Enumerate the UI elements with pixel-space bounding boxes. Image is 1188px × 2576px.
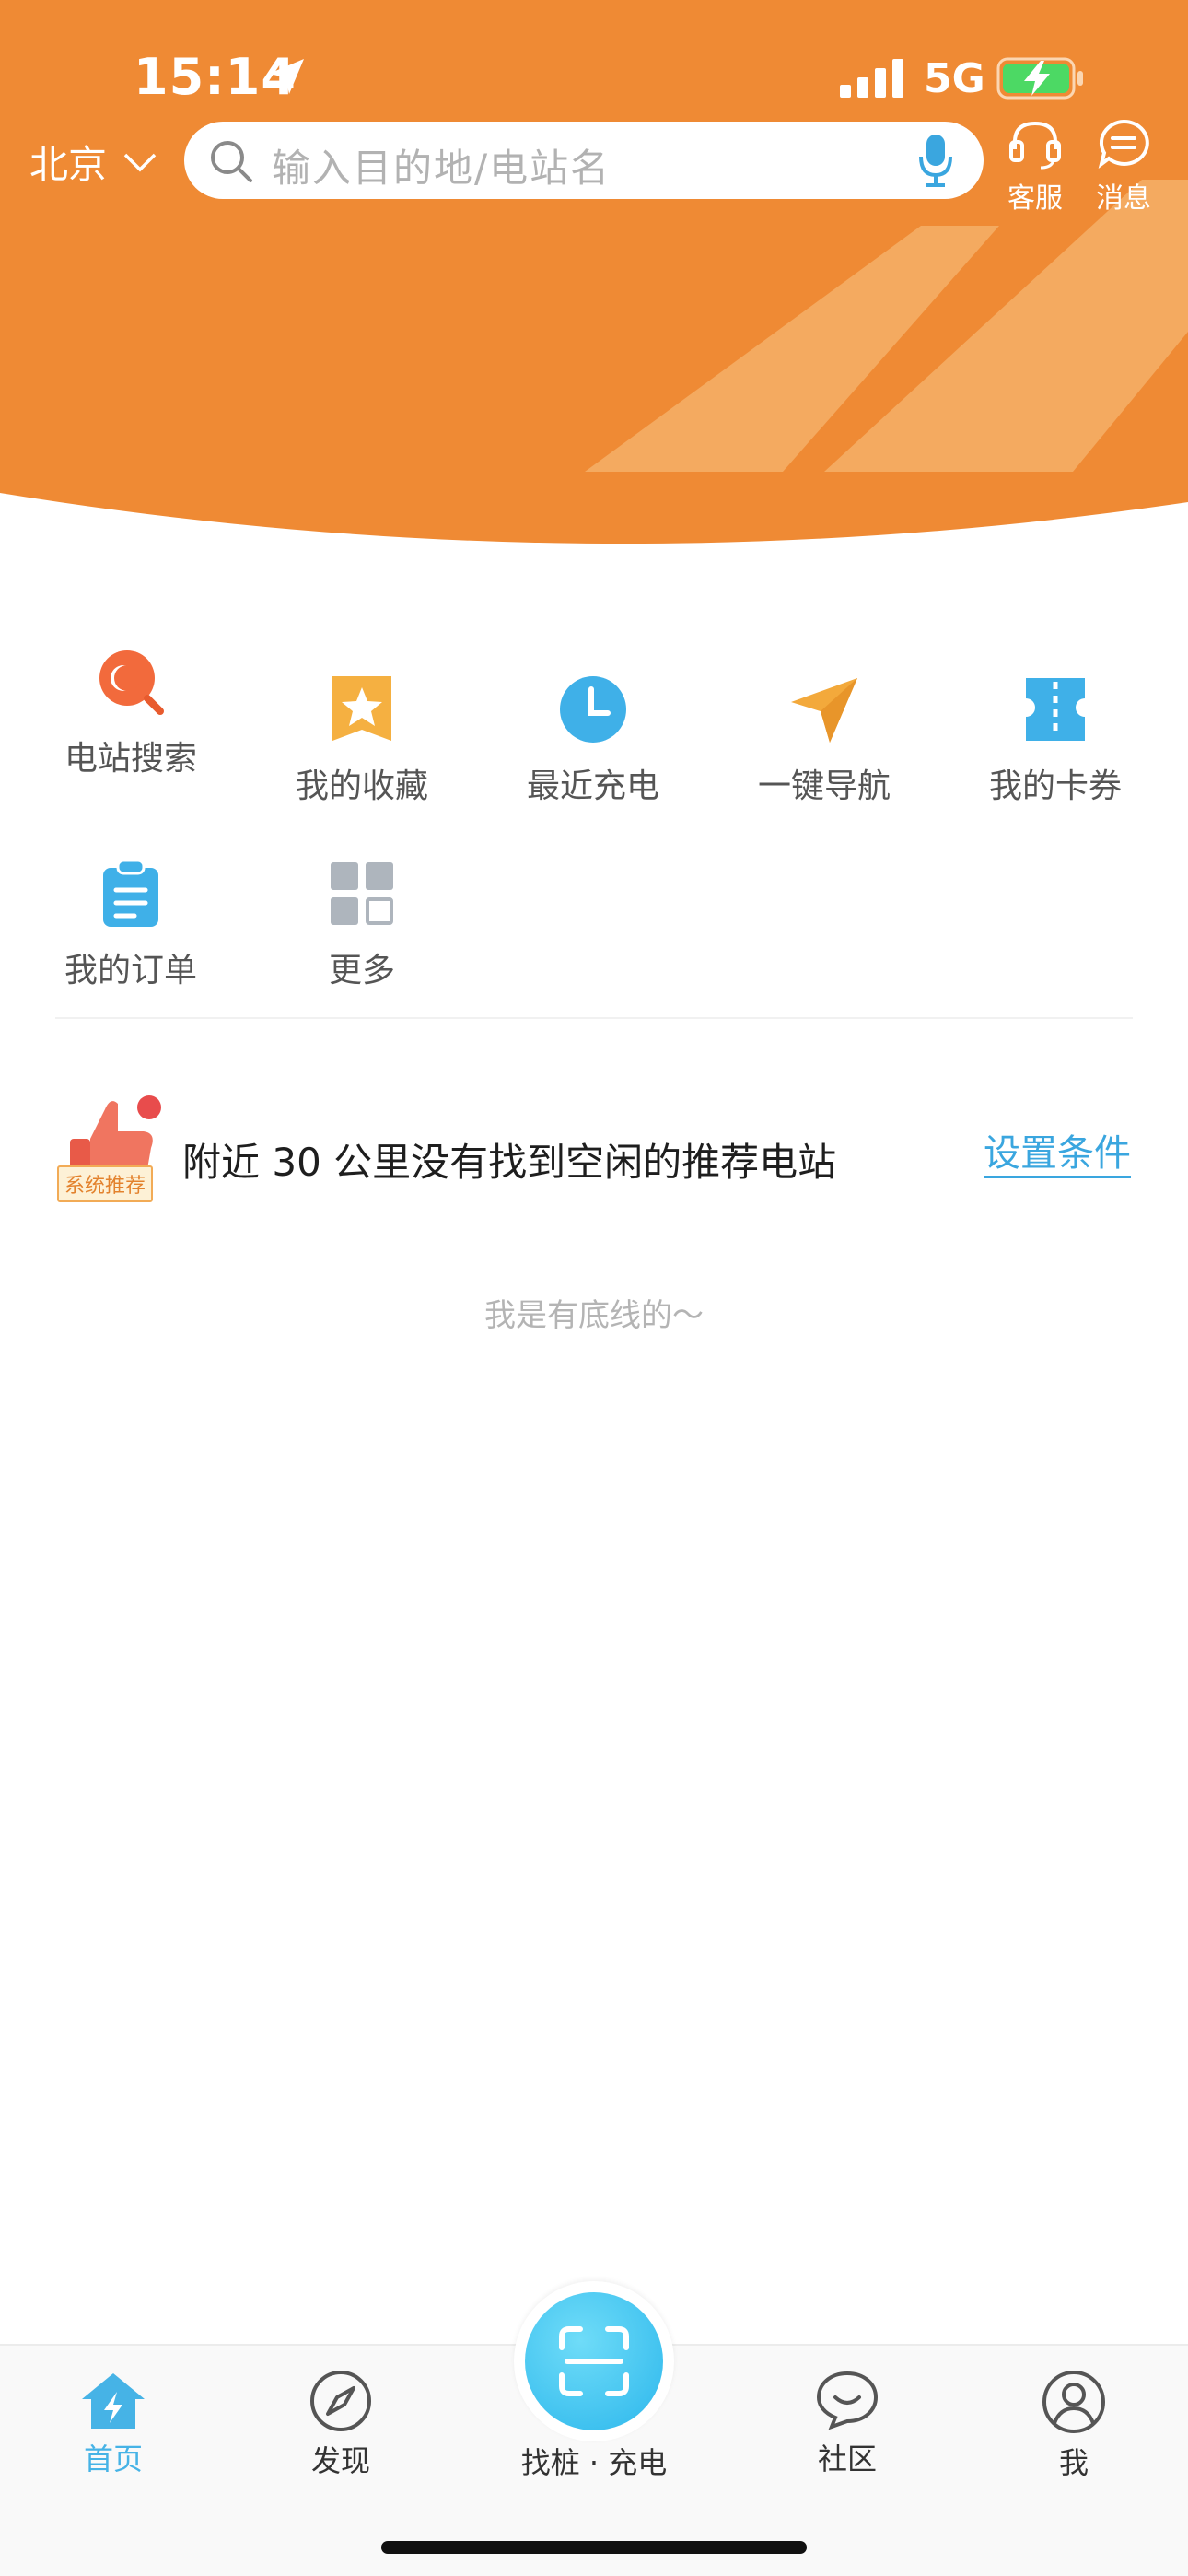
scan-charge-button[interactable] <box>514 2281 674 2441</box>
grid-more-icon <box>331 862 393 925</box>
headset-icon <box>1009 121 1061 170</box>
coupon-icon <box>1026 678 1085 741</box>
recommendation-badge: 系统推荐 <box>57 1165 154 1202</box>
tab-home[interactable]: 首页 <box>30 2370 196 2478</box>
search-placeholder: 输入目的地/电站名 <box>272 146 611 191</box>
station-search-icon <box>99 650 164 715</box>
header: 15:14 5G 北京 输入目的地/电站名 客服 消息 <box>0 0 1188 553</box>
menu-label: 更多 <box>328 952 395 989</box>
tab-community-label: 社区 <box>817 2441 877 2476</box>
message-icon <box>1098 119 1149 169</box>
menu-label: 我的收藏 <box>295 767 428 805</box>
menu-label: 最近充电 <box>526 767 659 805</box>
menu-item-more[interactable]: 更多 <box>247 857 477 991</box>
messages-button[interactable]: 消息 <box>1077 118 1170 216</box>
status-bar: 15:14 5G <box>0 0 1188 120</box>
clock-icon <box>560 676 626 743</box>
menu-item-orders[interactable]: 我的订单 <box>16 857 246 991</box>
location-arrow-icon <box>269 59 304 94</box>
tab-discover-label: 发现 <box>310 2443 370 2478</box>
menu-label: 电站搜索 <box>64 740 197 778</box>
tab-me[interactable]: 我 <box>991 2370 1157 2482</box>
scan-icon <box>559 2326 629 2396</box>
home-indicator <box>381 2541 807 2554</box>
tab-me-label: 我 <box>1058 2445 1089 2480</box>
chat-bubble-icon <box>816 2371 879 2430</box>
menu-label: 我的订单 <box>64 952 197 989</box>
menu-item-navigation[interactable]: 一键导航 <box>709 673 939 807</box>
menu-label: 一键导航 <box>757 767 891 805</box>
menu-item-coupons[interactable]: 我的卡券 <box>940 673 1171 807</box>
cellular-signal-icon <box>840 59 903 98</box>
end-of-list-text: 我是有底线的～ <box>484 1297 704 1334</box>
network-type: 5G <box>924 55 985 102</box>
search-bar[interactable]: 输入目的地/电站名 <box>184 122 984 199</box>
divider <box>55 1017 1133 1019</box>
tab-home-label: 首页 <box>83 2441 143 2476</box>
set-conditions-link[interactable]: 设置条件 <box>984 1131 1131 1178</box>
navigation-arrow-icon <box>791 678 857 743</box>
tab-discover[interactable]: 发现 <box>258 2370 424 2480</box>
city-label: 北京 <box>29 142 108 187</box>
customer-service-label: 客服 <box>1007 182 1063 215</box>
city-selector[interactable]: 北京 <box>29 134 157 190</box>
home-charging-icon <box>82 2373 145 2429</box>
compass-icon <box>310 2371 371 2431</box>
chevron-down-icon <box>123 153 157 171</box>
recommendation-text: 附近 30 公里没有找到空闲的推荐电站 <box>182 1140 837 1185</box>
scan-button-circle <box>525 2292 663 2430</box>
customer-service-button[interactable]: 客服 <box>989 118 1081 216</box>
menu-label: 我的卡券 <box>988 767 1122 805</box>
tab-community[interactable]: 社区 <box>764 2370 930 2478</box>
favorites-star-icon <box>332 676 391 741</box>
microphone-icon[interactable] <box>917 133 954 188</box>
menu-item-station-search[interactable]: 电站搜索 <box>16 645 246 779</box>
menu-item-favorites[interactable]: 我的收藏 <box>247 673 477 807</box>
search-icon <box>211 141 252 182</box>
battery-charging-icon <box>996 57 1083 100</box>
order-clipboard-icon <box>103 859 158 927</box>
scan-charge-label: 找桩 · 充电 <box>520 2445 668 2480</box>
messages-label: 消息 <box>1096 182 1151 215</box>
menu-item-recent-charging[interactable]: 最近充电 <box>478 673 708 807</box>
user-profile-icon <box>1042 2371 1105 2433</box>
